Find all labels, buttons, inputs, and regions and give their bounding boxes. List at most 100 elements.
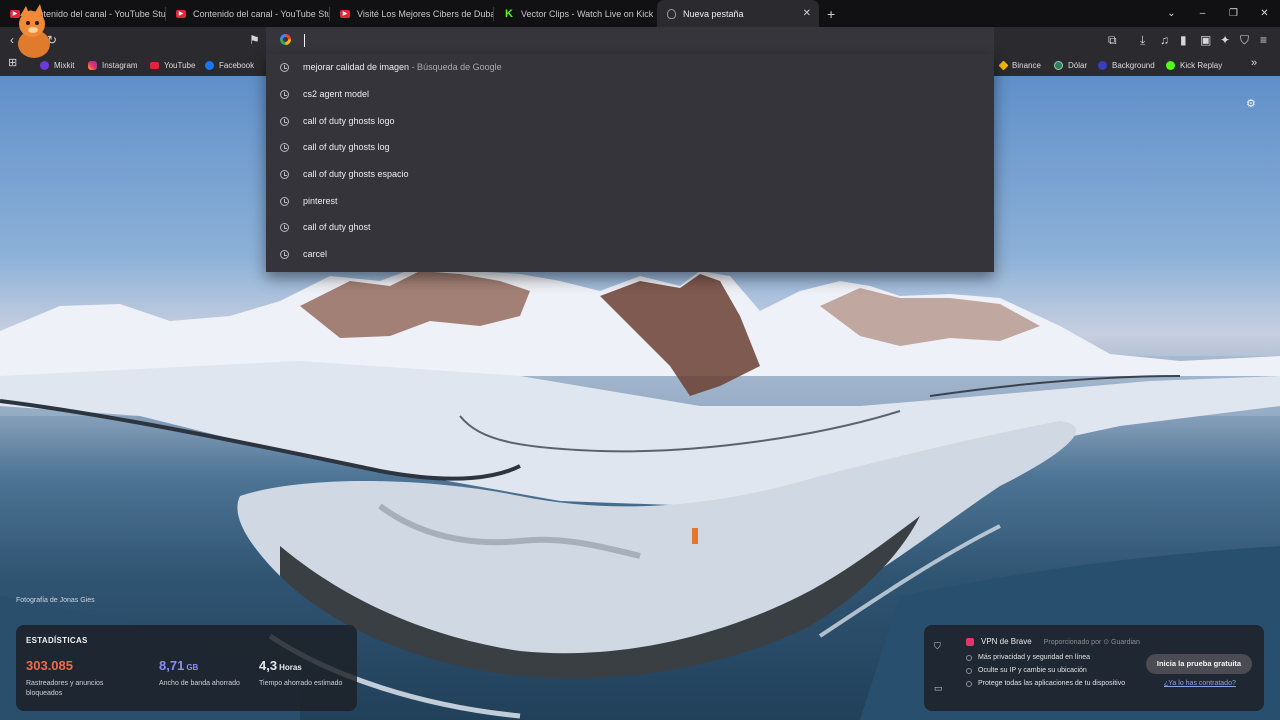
suggestion-text: carcel: [303, 249, 328, 259]
tab-youtube-studio-2[interactable]: ▶ Contenido del canal - YouTube Studio: [166, 0, 329, 27]
autocomplete-dropdown: mejorar calidad de imagen - Búsqueda de …: [266, 54, 994, 272]
check-circle-icon: [966, 667, 972, 674]
screenshot-icon[interactable]: ⧉: [1108, 33, 1117, 47]
tab-new-tab[interactable]: Nueva pestaña ✕: [657, 0, 819, 27]
suggestion-item[interactable]: call of duty ghosts logo: [266, 108, 994, 134]
youtube-icon: [150, 61, 159, 69]
vpn-header: VPN de Brave Proporcionado por ⊙ Guardia…: [966, 637, 1140, 646]
history-clock-icon: [280, 62, 289, 72]
stat-label: Rastreadores y anuncios bloqueados: [26, 680, 104, 697]
wallet-icon[interactable]: ▣: [1200, 33, 1211, 47]
kick-icon: K: [505, 7, 513, 20]
bookmark-facebook[interactable]: Facebook: [205, 58, 254, 72]
restore-button[interactable]: ❐: [1218, 8, 1249, 19]
window-controls: ⌄ – ❐ ✕: [1156, 0, 1280, 27]
history-clock-icon: [280, 169, 289, 179]
tab-title: Contenido del canal - YouTube Studio: [193, 8, 329, 19]
leo-ai-icon[interactable]: ✦: [1220, 33, 1230, 47]
bookmark-dolar[interactable]: Dólar: [1054, 58, 1087, 72]
vpn-feature: Oculte su IP y cambie su ubicación: [966, 667, 1087, 674]
bookmark-label: Facebook: [219, 60, 255, 70]
vpn-shield-icon[interactable]: ⛉: [1240, 33, 1249, 47]
stats-title: ESTADÍSTICAS: [26, 636, 88, 645]
history-clock-icon: [280, 142, 289, 152]
binance-icon: [998, 60, 1009, 70]
download-icon[interactable]: ⤓: [1140, 33, 1145, 47]
streamer-avatar: [18, 4, 50, 58]
youtube-icon: ▶: [176, 9, 186, 18]
brave-vpn-logo-icon: [966, 637, 974, 646]
customize-gear-icon[interactable]: ⚙: [1246, 97, 1256, 110]
media-icon[interactable]: ♫: [1160, 33, 1169, 47]
menu-icon[interactable]: ≡: [1260, 33, 1267, 47]
stat-trackers-blocked: 303.085 Rastreadores y anuncios bloquead…: [26, 657, 116, 699]
address-bar[interactable]: [266, 27, 994, 54]
photo-credit: Fotografía de Jonas Gies: [16, 597, 95, 604]
suggestion-text: pinterest: [303, 196, 338, 206]
bookmark-label: Background: [1112, 60, 1155, 70]
suggestion-item[interactable]: mejorar calidad de imagen - Búsqueda de …: [266, 54, 994, 80]
bookmark-instagram[interactable]: Instagram: [88, 58, 138, 72]
suggestion-text: call of duty ghosts espacio: [303, 169, 409, 179]
suggestion-source: - Búsqueda de Google: [409, 62, 502, 72]
suggestion-text: call of duty ghost: [303, 222, 371, 232]
bookmark-label: Dólar: [1068, 60, 1088, 70]
tab-title: Vector Clips - Watch Live on Kick: [521, 8, 654, 19]
start-free-trial-button[interactable]: Inicia la prueba gratuita: [1146, 654, 1252, 674]
bookmark-youtube[interactable]: YouTube: [150, 58, 195, 72]
text-cursor: [304, 34, 305, 47]
bookmark-kick-replay[interactable]: Kick Replay: [1166, 58, 1222, 72]
new-tab-button[interactable]: +: [827, 6, 835, 22]
bookmark-binance[interactable]: Binance: [998, 58, 1041, 72]
bookmark-icon[interactable]: ⚑: [249, 33, 260, 47]
stat-time-saved: 4,3 Horas Tiempo ahorrado estimado: [259, 657, 349, 689]
close-tab-icon[interactable]: ✕: [803, 8, 811, 19]
google-search-icon: [280, 34, 291, 45]
bookmark-label: Kick Replay: [1180, 60, 1223, 70]
bookmark-label: YouTube: [164, 60, 196, 70]
stat-unit: GB: [186, 663, 199, 672]
vpn-feature-text: Más privacidad y seguridad en línea: [978, 654, 1091, 661]
tab-strip: ▶ Contenido del canal - YouTube Studio ▶…: [0, 0, 1280, 27]
vpn-device-icon: ▭: [934, 683, 943, 693]
suggestion-item[interactable]: call of duty ghosts espacio: [266, 161, 994, 187]
vpn-widget: ⛉ ▭ VPN de Brave Proporcionado por ⊙ Gua…: [924, 625, 1264, 711]
suggestion-item[interactable]: call of duty ghosts log: [266, 134, 994, 160]
history-clock-icon: [280, 222, 289, 232]
history-clock-icon: [280, 196, 289, 206]
stat-value: 303.085: [26, 658, 73, 673]
history-clock-icon: [280, 116, 289, 126]
stat-label: Ancho de banda ahorrado: [159, 680, 240, 687]
stat-label: Tiempo ahorrado estimado: [259, 680, 343, 687]
suggestion-item[interactable]: carcel: [266, 241, 994, 267]
suggestion-text: mejorar calidad de imagen: [303, 62, 410, 72]
tab-dubai-video[interactable]: ▶ Visité Los Mejores Cibers de Dubai -: [330, 0, 493, 27]
vpn-provider: Proporcionado por ⊙ Guardian: [1043, 638, 1140, 646]
check-circle-icon: [966, 680, 972, 687]
bookmark-background[interactable]: Background: [1098, 58, 1155, 72]
check-circle-icon: [966, 654, 972, 661]
youtube-icon: ▶: [340, 9, 350, 18]
tab-title: Nueva pestaña: [683, 8, 744, 19]
minimize-button[interactable]: –: [1187, 8, 1218, 19]
stat-value: 4,3: [259, 658, 278, 673]
history-clock-icon: [280, 249, 289, 259]
tab-search-dropdown-icon[interactable]: ⌄: [1156, 8, 1187, 19]
suggestion-item[interactable]: call of duty ghost: [266, 214, 994, 240]
vpn-title: VPN de Brave: [981, 637, 1032, 646]
suggestion-item[interactable]: cs2 agent model: [266, 81, 994, 107]
vpn-feature: Más privacidad y seguridad en línea: [966, 654, 1090, 661]
stat-value: 8,71: [159, 658, 185, 673]
sidebar-icon[interactable]: ▮: [1180, 33, 1187, 47]
suggestion-text-wrap: mejorar calidad de imagen - Búsqueda de …: [303, 62, 502, 72]
close-window-button[interactable]: ✕: [1249, 8, 1280, 19]
tab-kick[interactable]: K Vector Clips - Watch Live on Kick: [494, 0, 657, 27]
stat-bandwidth-saved: 8,71 GB Ancho de banda ahorrado: [159, 657, 249, 689]
suggestion-item[interactable]: pinterest: [266, 188, 994, 214]
bookmarks-overflow-icon[interactable]: »: [1251, 56, 1257, 70]
vpn-feature: Protege todas las aplicaciones de tu dis…: [966, 680, 1125, 687]
kick-replay-icon: [1166, 60, 1175, 70]
tab-title: Visité Los Mejores Cibers de Dubai -: [357, 8, 493, 19]
background-icon: [1098, 60, 1107, 70]
already-purchased-link[interactable]: ¿Ya lo has contratado?: [1164, 680, 1236, 687]
